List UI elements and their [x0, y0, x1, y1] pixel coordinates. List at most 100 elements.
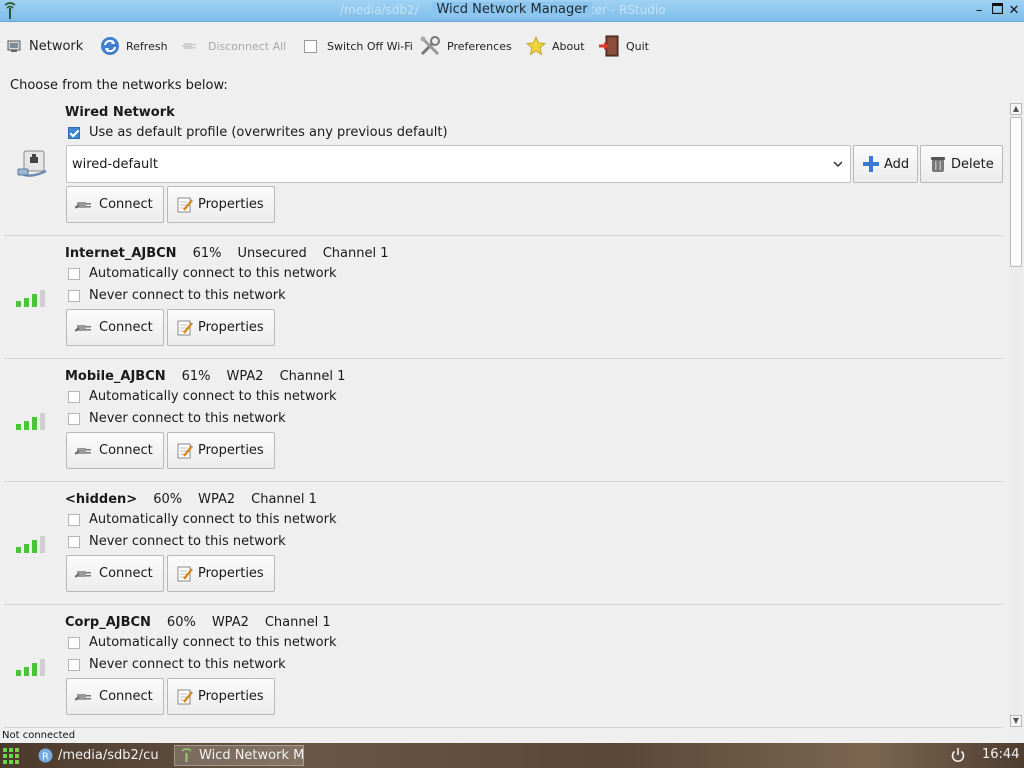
wireless-network-0: Internet_AJBCN 61% Unsecured Channel 1 Auto… — [4, 246, 1003, 358]
never-connect-checkbox[interactable] — [68, 535, 80, 548]
network-title: Internet_AJBCN 61% Unsecured Channel 1 — [65, 246, 388, 261]
never-connect-option[interactable]: Never connect to this network — [68, 288, 286, 303]
wired-properties-button[interactable]: Properties — [167, 186, 275, 223]
properties-button[interactable]: Properties — [167, 555, 275, 592]
network-name: Internet_AJBCN — [65, 246, 177, 261]
switch-off-wifi-checkbox[interactable] — [304, 39, 317, 53]
wired-network-icon — [17, 150, 47, 177]
connect-label: Connect — [99, 566, 153, 581]
about-star-icon — [526, 36, 546, 56]
connect-plug-icon — [75, 324, 91, 332]
wired-connect-button[interactable]: Connect — [66, 186, 164, 223]
wired-network-title: Wired Network — [65, 105, 175, 120]
delete-profile-button[interactable]: Delete — [920, 145, 1003, 183]
close-window-button[interactable]: ✕ — [1005, 2, 1023, 20]
never-connect-option[interactable]: Never connect to this network — [68, 411, 286, 426]
wireless-network-1: Mobile_AJBCN 61% WPA2 Channel 1 Automatical… — [4, 369, 1003, 481]
auto-connect-checkbox[interactable] — [68, 267, 80, 280]
network-channel: Channel 1 — [279, 369, 346, 384]
add-profile-label: Add — [884, 156, 910, 172]
never-connect-label: Never connect to this network — [89, 657, 286, 672]
wired-network-section: Wired Network Use as default profile (ov… — [4, 103, 1003, 235]
title-bar: /media/sdb2/ ter - RStudio Wicd Network … — [0, 0, 1024, 22]
network-title: Corp_AJBCN 60% WPA2 Channel 1 — [65, 615, 331, 630]
power-icon[interactable] — [950, 747, 966, 763]
section-divider — [4, 604, 1003, 605]
about-button[interactable]: About — [526, 34, 585, 58]
never-connect-option[interactable]: Never connect to this network — [68, 657, 286, 672]
signal-strength-icon — [16, 659, 45, 676]
network-security: Unsecured — [237, 246, 307, 261]
wireless-network-2: <hidden> 60% WPA2 Channel 1 Automatically c… — [4, 492, 1003, 604]
network-icon — [7, 40, 21, 52]
network-name: Corp_AJBCN — [65, 615, 151, 630]
properties-button[interactable]: Properties — [167, 309, 275, 346]
add-profile-button[interactable]: Add — [853, 145, 919, 183]
connect-plug-icon — [75, 447, 91, 455]
section-divider — [4, 481, 1003, 482]
preferences-label: Preferences — [447, 39, 512, 53]
taskbar-wicd-task[interactable]: Wicd Network M — [174, 745, 304, 766]
vertical-scrollbar[interactable]: ▲ ▼ — [1009, 103, 1023, 729]
never-connect-checkbox[interactable] — [68, 289, 80, 302]
connect-button[interactable]: Connect — [66, 555, 164, 592]
taskbar-rstudio-task[interactable]: R /media/sdb2/cu — [34, 745, 170, 766]
refresh-button[interactable]: Refresh — [100, 34, 168, 58]
auto-connect-label: Automatically connect to this network — [89, 389, 337, 404]
properties-button[interactable]: Properties — [167, 678, 275, 715]
status-bar-text: Not connected — [2, 730, 76, 741]
auto-connect-checkbox[interactable] — [68, 636, 80, 649]
connect-button[interactable]: Connect — [66, 678, 164, 715]
maximize-button[interactable] — [988, 2, 1006, 20]
switch-off-wifi-toggle[interactable]: Switch Off Wi-Fi — [304, 34, 413, 58]
auto-connect-option[interactable]: Automatically connect to this network — [68, 512, 336, 527]
preferences-button[interactable]: Preferences — [419, 34, 512, 58]
default-profile-checkbox[interactable] — [68, 126, 80, 139]
start-menu-icon[interactable] — [2, 747, 20, 765]
network-security: WPA2 — [226, 369, 264, 384]
properties-button[interactable]: Properties — [167, 432, 275, 469]
wired-profile-dropdown[interactable]: wired-default — [66, 145, 851, 183]
properties-label: Properties — [198, 320, 264, 335]
properties-label: Properties — [198, 689, 264, 704]
scroll-up-arrow[interactable]: ▲ — [1010, 103, 1022, 115]
never-connect-option[interactable]: Never connect to this network — [68, 534, 286, 549]
rstudio-task-label: /media/sdb2/cu — [58, 748, 159, 763]
scroll-down-arrow[interactable]: ▼ — [1010, 715, 1022, 727]
add-plus-icon — [863, 156, 879, 172]
auto-connect-label: Automatically connect to this network — [89, 266, 337, 281]
never-connect-label: Never connect to this network — [89, 288, 286, 303]
never-connect-checkbox[interactable] — [68, 412, 80, 425]
delete-profile-label: Delete — [951, 156, 994, 172]
auto-connect-checkbox[interactable] — [68, 390, 80, 403]
connect-button[interactable]: Connect — [66, 432, 164, 469]
never-connect-checkbox[interactable] — [68, 658, 80, 671]
properties-edit-icon — [177, 566, 193, 581]
network-title: Mobile_AJBCN 61% WPA2 Channel 1 — [65, 369, 345, 384]
refresh-icon — [101, 37, 119, 55]
wicd-task-label: Wicd Network M — [199, 748, 304, 763]
preferences-tools-icon — [420, 36, 440, 56]
connect-plug-icon — [75, 693, 91, 701]
connect-button[interactable]: Connect — [66, 309, 164, 346]
auto-connect-option[interactable]: Automatically connect to this network — [68, 266, 336, 281]
taskbar-clock: 16:44 — [982, 747, 1020, 762]
network-menu-button[interactable]: Network — [7, 34, 83, 58]
switch-off-wifi-label: Switch Off Wi-Fi — [327, 39, 413, 53]
scroll-thumb[interactable] — [1010, 117, 1022, 267]
section-divider — [4, 727, 1003, 728]
minimize-button[interactable]: – — [970, 2, 988, 20]
auto-connect-option[interactable]: Automatically connect to this network — [68, 389, 336, 404]
wireless-network-3: Corp_AJBCN 60% WPA2 Channel 1 Automatically… — [4, 615, 1003, 727]
auto-connect-checkbox[interactable] — [68, 513, 80, 526]
network-security: WPA2 — [211, 615, 249, 630]
auto-connect-option[interactable]: Automatically connect to this network — [68, 635, 336, 650]
toolbar: Network Refresh Disconnect All Switch Of… — [0, 23, 1024, 69]
default-profile-option[interactable]: Use as default profile (overwrites any p… — [68, 125, 448, 140]
quit-button[interactable]: Quit — [598, 34, 649, 58]
section-divider — [4, 358, 1003, 359]
disconnect-all-button[interactable]: Disconnect All — [182, 34, 286, 58]
connect-plug-icon — [75, 570, 91, 578]
connect-label: Connect — [99, 689, 153, 704]
maximize-icon — [991, 2, 1003, 15]
